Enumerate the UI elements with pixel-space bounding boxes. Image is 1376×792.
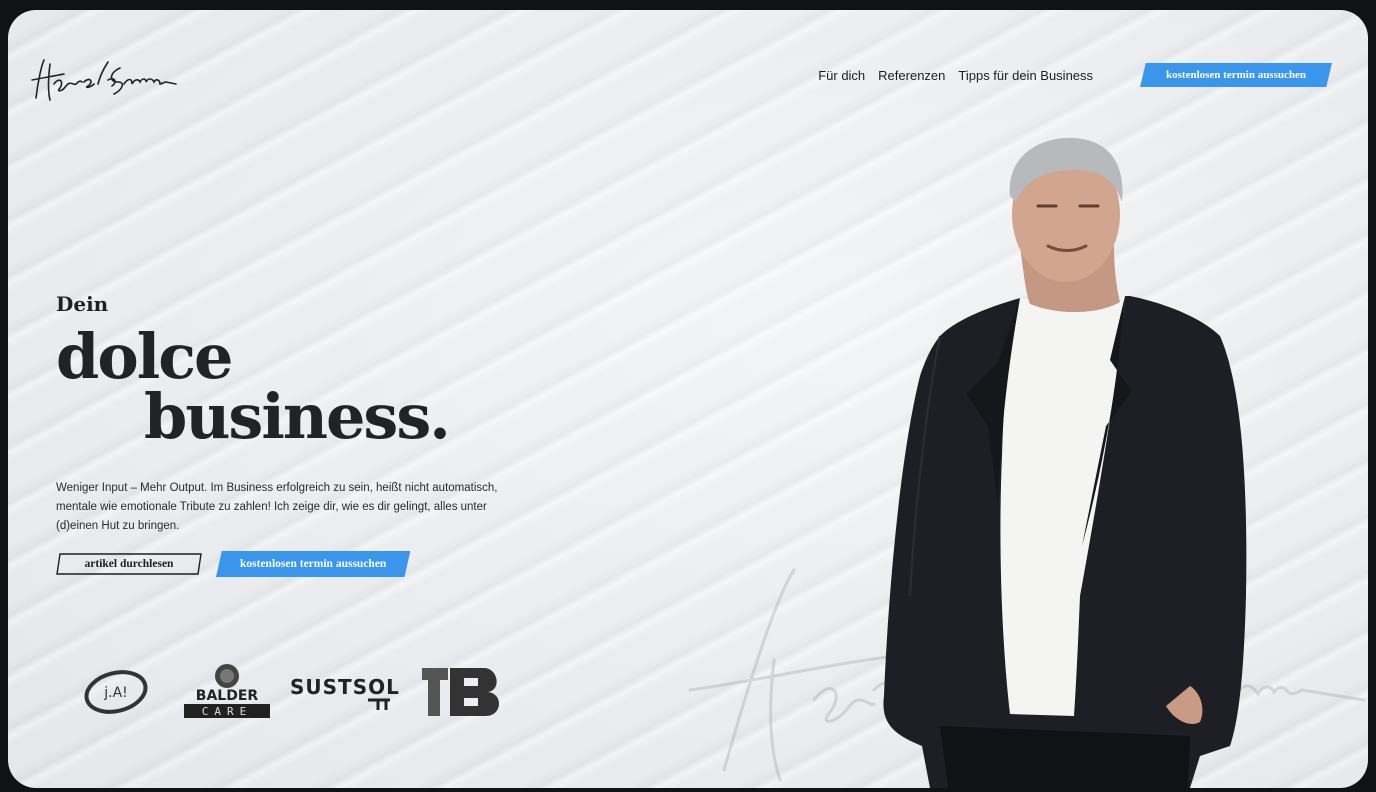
nav-link-referenzen[interactable]: Referenzen bbox=[878, 68, 945, 83]
svg-text:CARE: CARE bbox=[202, 705, 253, 718]
portrait-photo bbox=[883, 137, 1247, 788]
svg-text:j.A!: j.A! bbox=[103, 685, 128, 701]
hero-intro: Weniger Input – Mehr Output. Im Business… bbox=[56, 482, 498, 532]
hero-headline-line2: business. bbox=[144, 380, 451, 453]
nav-link-fuer-dich[interactable]: Für dich bbox=[818, 68, 865, 83]
svg-text:SUSTSOL: SUSTSOL bbox=[290, 675, 400, 699]
client-logos: j.A! BALDER CARE SUSTSOL bbox=[80, 662, 522, 722]
nav-link-tipps[interactable]: Tipps für dein Business bbox=[958, 68, 1093, 83]
client-logo-balder-care: BALDER CARE bbox=[182, 662, 272, 722]
client-logo-sustsol: SUSTSOL bbox=[290, 668, 400, 716]
page-frame: Für dich Referenzen Tipps für dein Busin… bbox=[8, 10, 1368, 788]
hero-headline-line1: dolce bbox=[56, 320, 233, 393]
client-logo-tb bbox=[420, 666, 504, 718]
read-article-button[interactable]: artikel durchlesen bbox=[56, 553, 202, 575]
hero-kicker: Dein bbox=[56, 292, 109, 316]
hero-heading: Dein dolce business. bbox=[56, 292, 451, 453]
hero-cta-row: artikel durchlesen kostenlosen termin au… bbox=[56, 551, 411, 577]
book-appointment-button[interactable]: kostenlosen termin aussuchen bbox=[216, 551, 411, 577]
client-logo-ja: j.A! bbox=[80, 668, 152, 716]
main-nav: Für dich Referenzen Tipps für dein Busin… bbox=[818, 63, 1368, 87]
nav-cta-button[interactable]: kostenlosen termin aussuchen bbox=[1140, 63, 1332, 87]
svg-text:BALDER: BALDER bbox=[196, 688, 259, 704]
signature-logo[interactable] bbox=[24, 50, 194, 110]
read-article-label: artikel durchlesen bbox=[84, 558, 174, 570]
